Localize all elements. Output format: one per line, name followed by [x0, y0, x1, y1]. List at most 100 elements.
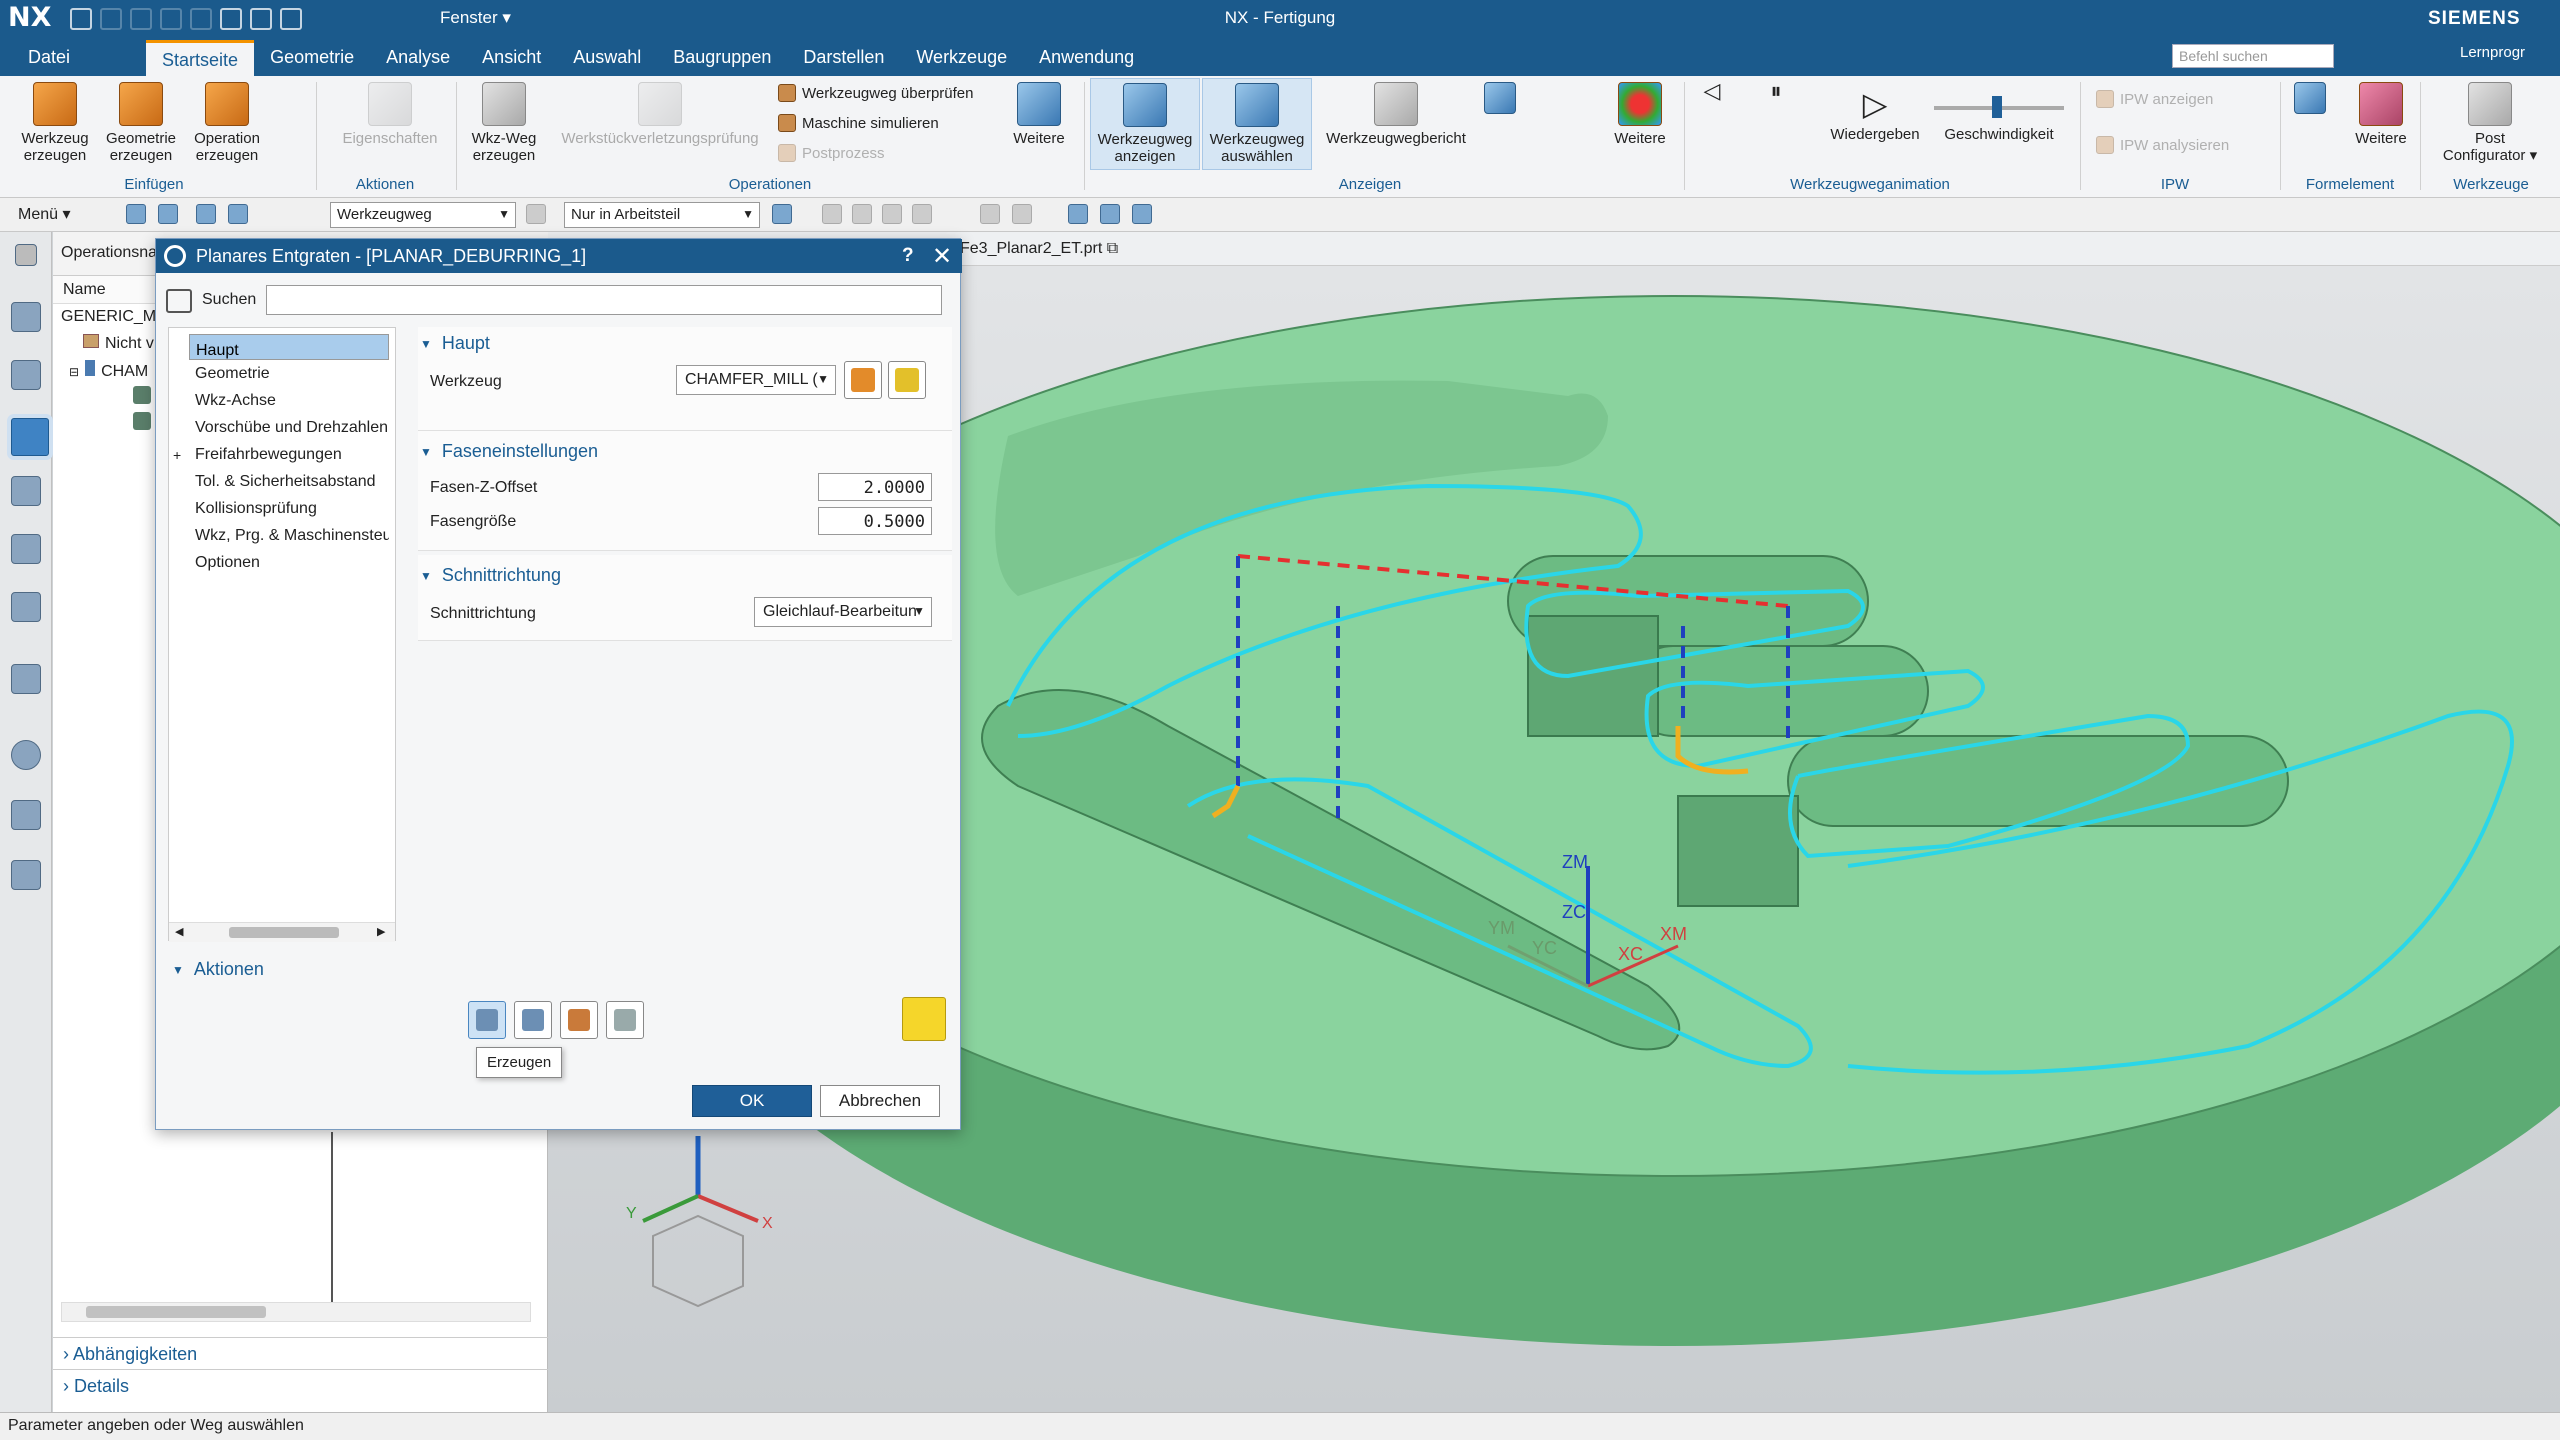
select-edge-icon[interactable]: [228, 204, 248, 224]
verify-button[interactable]: [560, 1001, 598, 1039]
menu-button[interactable]: Menü ▾: [18, 204, 71, 224]
edit-tool-button[interactable]: [888, 361, 926, 399]
tab-werkzeuge[interactable]: Werkzeuge: [900, 40, 1023, 76]
more-feature-button[interactable]: Weitere: [2336, 82, 2426, 147]
select-toolpath-button[interactable]: Werkzeugweg auswählen: [1202, 78, 1312, 170]
dialog-search-input[interactable]: [266, 285, 942, 315]
learning-link[interactable]: Lernprogr: [2460, 44, 2525, 61]
clip-icon[interactable]: [1132, 204, 1152, 224]
tree-item-haupt[interactable]: Haupt: [189, 334, 389, 360]
section-aktionen[interactable]: ▼ Aktionen: [172, 959, 264, 980]
speed-slider[interactable]: Geschwindigkeit: [1934, 82, 2064, 143]
filter-icon[interactable]: [526, 204, 546, 224]
snap-mid-icon[interactable]: [912, 204, 932, 224]
ok-button[interactable]: OK: [692, 1085, 812, 1117]
nav-row-unused[interactable]: Nicht v: [83, 334, 154, 360]
cut-direction-select[interactable]: Gleichlauf-Bearbeitun ▼: [754, 597, 932, 627]
process-studio-icon[interactable]: [11, 860, 41, 890]
step-back-button[interactable]: ◁: [1692, 80, 1732, 102]
history-icon[interactable]: [11, 740, 41, 770]
create-operation-button[interactable]: Operation erzeugen: [186, 82, 268, 164]
tab-darstellen[interactable]: Darstellen: [787, 40, 900, 76]
generate-button[interactable]: [468, 1001, 506, 1039]
more-operations-button[interactable]: Weitere: [1004, 82, 1074, 147]
close-button[interactable]: ✕: [932, 242, 952, 271]
tree-item-toleranz[interactable]: Tol. & Sicherheitsabstand: [189, 469, 389, 495]
chamfer-z-offset-input[interactable]: 2.0000: [818, 473, 932, 501]
expand-icon[interactable]: +: [173, 442, 181, 468]
tree-item-wkz-achse[interactable]: Wkz-Achse: [189, 388, 389, 414]
manufacturing-icon[interactable]: [220, 8, 242, 30]
snap-point-icon[interactable]: [822, 204, 842, 224]
create-geometry-button[interactable]: Geometrie erzeugen: [100, 82, 182, 164]
dialog-title[interactable]: Planares Entgraten - [PLANAR_DEBURRING_1…: [156, 239, 962, 273]
nav-row-operation-2[interactable]: [133, 412, 151, 438]
select-icon[interactable]: [126, 204, 146, 224]
reuse-library-icon[interactable]: [11, 592, 41, 622]
verify-toolpath-button[interactable]: Werkzeugweg überprüfen: [778, 84, 974, 102]
settings-icon[interactable]: [15, 244, 37, 266]
details-panel-header[interactable]: › Details: [53, 1369, 548, 1401]
select-toolpath-action-button[interactable]: [902, 997, 946, 1041]
snap-end-icon[interactable]: [882, 204, 902, 224]
repeat-command-icon[interactable]: [250, 8, 272, 30]
view-icon[interactable]: [1100, 204, 1120, 224]
tool-select[interactable]: CHAMFER_MILL (▼: [676, 365, 836, 395]
section-schnittrichtung[interactable]: ▼ Schnittrichtung: [420, 565, 561, 586]
tab-baugruppen[interactable]: Baugruppen: [657, 40, 787, 76]
replay-button[interactable]: ▷ Wiedergeben: [1820, 82, 1930, 143]
select-component-icon[interactable]: [1012, 204, 1032, 224]
save-icon[interactable]: [70, 8, 92, 30]
tab-ansicht[interactable]: Ansicht: [466, 40, 557, 76]
undo-icon[interactable]: [100, 8, 122, 30]
tab-geometrie[interactable]: Geometrie: [254, 40, 370, 76]
tree-item-freifahrbewegungen[interactable]: Freifahrbewegungen: [189, 442, 389, 468]
paste-icon[interactable]: [190, 8, 212, 30]
show-toolpath-button[interactable]: Werkzeugweg anzeigen: [1090, 78, 1200, 170]
command-search-input[interactable]: Befehl suchen: [2172, 44, 2334, 68]
help-button[interactable]: ?: [902, 245, 914, 267]
tree-scrollbar[interactable]: ◀ ▶: [169, 922, 395, 942]
snap-icon[interactable]: [772, 204, 792, 224]
display-toggle-button[interactable]: [1478, 82, 1522, 118]
new-tool-button[interactable]: [844, 361, 882, 399]
replay-path-button[interactable]: [514, 1001, 552, 1039]
tab-datei[interactable]: Datei: [12, 40, 86, 76]
system-materials-icon[interactable]: [11, 800, 41, 830]
navigator-scrollbar[interactable]: [61, 1302, 531, 1322]
redo-icon[interactable]: [130, 8, 152, 30]
tree-item-wkz-prg-maschine[interactable]: Wkz, Prg. & Maschinensteu: [189, 523, 389, 549]
type-filter-select[interactable]: Werkzeugweg ▼: [330, 202, 516, 228]
tree-item-vorschuebe[interactable]: Vorschübe und Drehzahlen: [189, 415, 389, 441]
window-icon[interactable]: [280, 8, 302, 30]
tree-item-geometrie[interactable]: Geometrie: [189, 361, 389, 387]
dependencies-panel-header[interactable]: › Abhängigkeiten: [53, 1337, 548, 1369]
file-tab[interactable]: Fe3_Planar2_ET.prt ⧉: [960, 240, 1118, 258]
chamfer-size-input[interactable]: 0.5000: [818, 507, 932, 535]
tab-anwendung[interactable]: Anwendung: [1023, 40, 1150, 76]
list-button[interactable]: [606, 1001, 644, 1039]
simulate-machine-button[interactable]: Maschine simulieren: [778, 114, 939, 132]
select-feature-icon[interactable]: [158, 204, 178, 224]
post-configurator-button[interactable]: Post Configurator ▾: [2430, 82, 2550, 164]
gouge-check-button[interactable]: Werkstückverletzungsprüfung: [550, 82, 770, 147]
tab-startseite[interactable]: Startseite: [146, 40, 255, 76]
gear-icon[interactable]: [164, 245, 186, 267]
more-display-button[interactable]: Weitere: [1600, 82, 1680, 147]
cancel-button[interactable]: Abbrechen: [820, 1085, 940, 1117]
section-faseneinstellungen[interactable]: ▼ Faseneinstellungen: [420, 441, 598, 462]
tab-auswahl[interactable]: Auswahl: [557, 40, 657, 76]
machine-tool-navigator-icon[interactable]: [11, 476, 41, 506]
pause-button[interactable]: ⏸: [1756, 80, 1796, 102]
constraint-navigator-icon[interactable]: [11, 360, 41, 390]
generate-toolpath-button[interactable]: Wkz-Weg erzeugen: [464, 82, 544, 164]
operation-navigator-icon[interactable]: [11, 418, 49, 456]
scope-select[interactable]: Nur in Arbeitsteil ▼: [564, 202, 760, 228]
section-haupt[interactable]: ▼ Haupt: [420, 333, 490, 354]
properties-button[interactable]: Eigenschaften: [330, 82, 450, 147]
select-body-icon[interactable]: [980, 204, 1000, 224]
postprocess-button[interactable]: Postprozess: [778, 144, 885, 162]
nav-row-operation-1[interactable]: [133, 386, 151, 412]
toolpath-report-button[interactable]: Werkzeugwegbericht: [1316, 82, 1476, 147]
create-tool-button[interactable]: Werkzeug erzeugen: [14, 82, 96, 164]
